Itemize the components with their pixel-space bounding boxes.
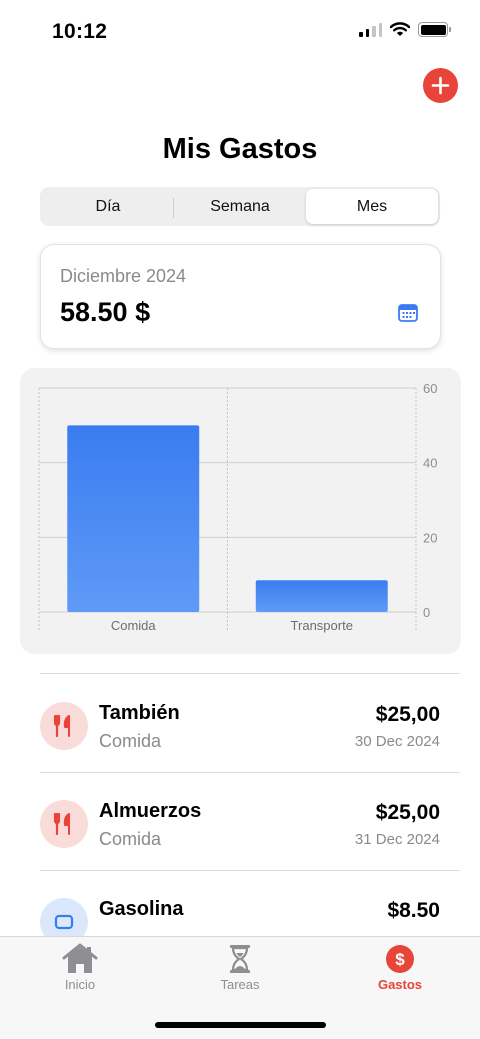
expense-amount: $25,00 (375, 703, 440, 726)
y-tick-label: 20 (423, 530, 437, 545)
page-title: Mis Gastos (162, 133, 318, 165)
expense-amount: $25,00 (375, 801, 440, 824)
y-tick-label: 40 (423, 456, 437, 471)
fork-knife-icon (53, 714, 70, 738)
bar-chart: 0 20 40 60 Comida Transporte (38, 381, 437, 633)
summary-total: 58.50 $ (60, 297, 151, 327)
segment-mes[interactable]: Mes (306, 189, 438, 224)
home-indicator (155, 1022, 326, 1028)
dollar-circle-icon: $ (386, 945, 414, 973)
x-tick-label: Transporte (291, 618, 353, 633)
segment-dia[interactable]: Día (42, 189, 174, 224)
tab-gastos[interactable]: $ Gastos (340, 943, 460, 992)
row-icon (40, 800, 88, 848)
summary-card: Diciembre 2024 58.50 $ (40, 244, 441, 349)
row-icon (40, 702, 88, 750)
expenses-chart: 0 20 40 60 Comida Transporte (20, 368, 461, 654)
plus-icon (431, 76, 450, 95)
expense-date: 30 Dec 2024 (354, 733, 440, 750)
tab-label: Inicio (64, 977, 96, 992)
cellular-signal-icon (359, 22, 382, 37)
expense-title: Gasolina (99, 898, 184, 920)
summary-period: Diciembre 2024 (60, 266, 187, 286)
status-icons (359, 22, 451, 37)
tab-inicio[interactable]: Inicio (20, 943, 140, 992)
expense-title: También (99, 702, 180, 724)
expense-date: 31 Dec 2024 (354, 831, 440, 848)
y-tick-label: 60 (423, 381, 437, 396)
x-tick-label: Comida (111, 618, 157, 633)
y-tick-label: 0 (423, 605, 430, 620)
battery-icon (418, 22, 451, 37)
car-icon (54, 914, 74, 930)
tab-label: Tareas (220, 977, 260, 992)
expense-row[interactable]: Almuerzos Comida $25,00 31 Dec 2024 (0, 772, 480, 870)
chart-bar (255, 580, 388, 612)
tab-tareas[interactable]: Tareas (180, 943, 300, 992)
status-time: 10:12 (52, 20, 108, 43)
hourglass-icon (230, 945, 250, 973)
expense-row[interactable]: También Comida $25,00 30 Dec 2024 (0, 674, 480, 772)
expense-amount: $8.50 (387, 899, 440, 922)
calendar-icon[interactable] (398, 303, 418, 323)
wifi-icon (390, 22, 410, 36)
segment-semana[interactable]: Semana (174, 189, 306, 224)
add-expense-button[interactable] (423, 68, 458, 103)
chart-bar (67, 425, 200, 612)
period-segmented-control[interactable]: Día Semana Mes (40, 187, 440, 226)
svg-text:$: $ (395, 950, 405, 969)
tab-label: Gastos (377, 977, 423, 992)
house-icon (62, 943, 98, 973)
expense-category: Comida (99, 731, 162, 751)
fork-knife-icon (53, 812, 70, 836)
status-bar: 10:12 (0, 0, 480, 64)
expense-title: Almuerzos (99, 800, 202, 822)
expense-category: Comida (99, 829, 162, 849)
